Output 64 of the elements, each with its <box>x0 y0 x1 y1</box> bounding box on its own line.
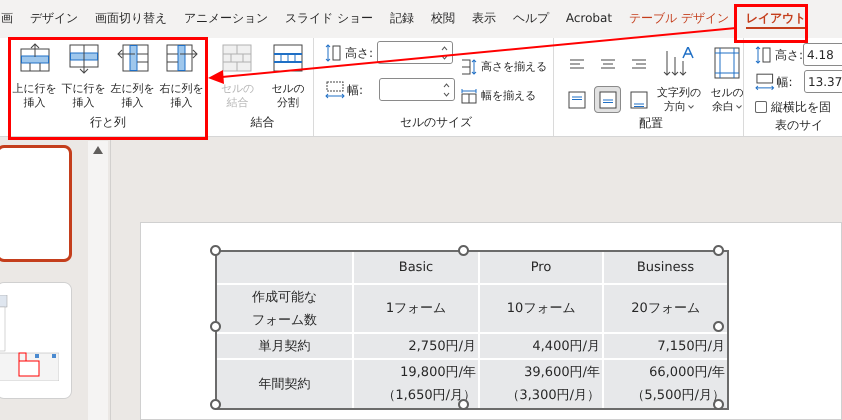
table-cell: 20フォーム <box>604 285 727 332</box>
group-label: 行と列 <box>89 114 127 131</box>
table-cell: 39,600円/年 （3,300円/月） <box>480 360 602 408</box>
table-cell: 1フォーム <box>354 285 478 332</box>
input-field[interactable]: 4.18 <box>803 43 842 66</box>
field-label: 高さ: <box>775 46 801 64</box>
column-header: Basic <box>354 252 478 283</box>
row-header: 作成可能な フォーム数 <box>217 285 352 332</box>
column-width-icon <box>325 80 345 98</box>
spinner-icon[interactable] <box>443 82 450 98</box>
group-label: 結合 <box>250 114 276 131</box>
ribbon-button[interactable]: 上に行を 挿入 <box>10 38 58 110</box>
group-label: 配置 <box>638 115 664 132</box>
slide-thumbnail[interactable] <box>0 145 72 262</box>
checkbox-label: 縦横比を固 <box>771 99 831 116</box>
field-label: 幅: <box>347 82 364 98</box>
ribbon-button[interactable]: 幅を揃える <box>461 88 547 104</box>
distribute-rows-icon <box>461 59 477 76</box>
input-field[interactable] <box>377 41 453 64</box>
scroll-up-icon[interactable] <box>93 146 103 154</box>
ribbon-tab[interactable]: テーブル デザイン <box>629 9 729 29</box>
ribbon-tab[interactable]: Acrobat <box>566 9 612 29</box>
field-label: 高さ: <box>345 44 374 62</box>
row-insert-below-icon <box>68 43 100 75</box>
table-cell: 4,400円/月 <box>480 334 602 358</box>
input-field[interactable] <box>379 78 455 101</box>
ribbon-button[interactable]: 下に行を 挿入 <box>60 38 108 110</box>
ribbon-tab[interactable]: 記録 <box>390 9 414 29</box>
ribbon-button[interactable]: セルの 分割 <box>264 38 311 110</box>
row-height-icon <box>325 44 343 62</box>
ribbon-button[interactable]: セルの 余白 <box>704 42 750 114</box>
ribbon-tab[interactable]: ヘルプ <box>512 9 549 29</box>
ribbon-tab[interactable]: レイアウト <box>746 9 806 29</box>
ribbon-button[interactable]: 左に列を 挿入 <box>108 38 156 110</box>
ribbon-button[interactable]: 高さを揃える <box>461 59 547 76</box>
checkbox[interactable] <box>755 101 767 113</box>
ribbon-button[interactable]: 右に列を 挿入 <box>158 38 206 110</box>
distribute-columns-icon <box>461 88 477 104</box>
alignment-button[interactable] <box>594 86 621 113</box>
column-header: Pro <box>480 252 602 283</box>
ribbon-tab[interactable]: 画面切り替え <box>95 9 167 29</box>
field-label: 幅: <box>776 74 794 90</box>
ribbon-tab[interactable]: 表示 <box>472 9 496 29</box>
table-cell: 7,150円/月 <box>604 334 727 358</box>
table-cell: 66,000円/年 （5,500円/月） <box>604 360 727 408</box>
ribbon-tab[interactable]: アニメーション <box>184 9 268 29</box>
spinner-icon[interactable] <box>441 44 448 60</box>
column-width-icon <box>755 72 775 90</box>
group-label: 表のサイ <box>774 117 824 134</box>
ribbon-tab[interactable]: スライド ショー <box>285 9 373 29</box>
ribbon-tab[interactable]: 校閲 <box>430 9 455 29</box>
row-height-icon <box>755 46 773 64</box>
column-header: Business <box>604 252 727 283</box>
scrollbar[interactable] <box>88 141 108 420</box>
table-cell: 10フォーム <box>480 285 602 332</box>
resize-handle[interactable] <box>458 399 469 410</box>
ribbon-button[interactable]: 文字列の 方向 <box>656 42 702 114</box>
table-cell: 2,750円/月 <box>354 334 478 358</box>
group-label: セルのサイズ <box>399 114 473 131</box>
row-header: 単月契約 <box>217 334 352 358</box>
ribbon-tab[interactable]: デザイン <box>30 9 78 29</box>
input-field[interactable]: 13.37 <box>804 70 842 93</box>
row-header: 年間契約 <box>217 360 352 408</box>
ribbon-tab[interactable]: 画 <box>1 9 13 29</box>
